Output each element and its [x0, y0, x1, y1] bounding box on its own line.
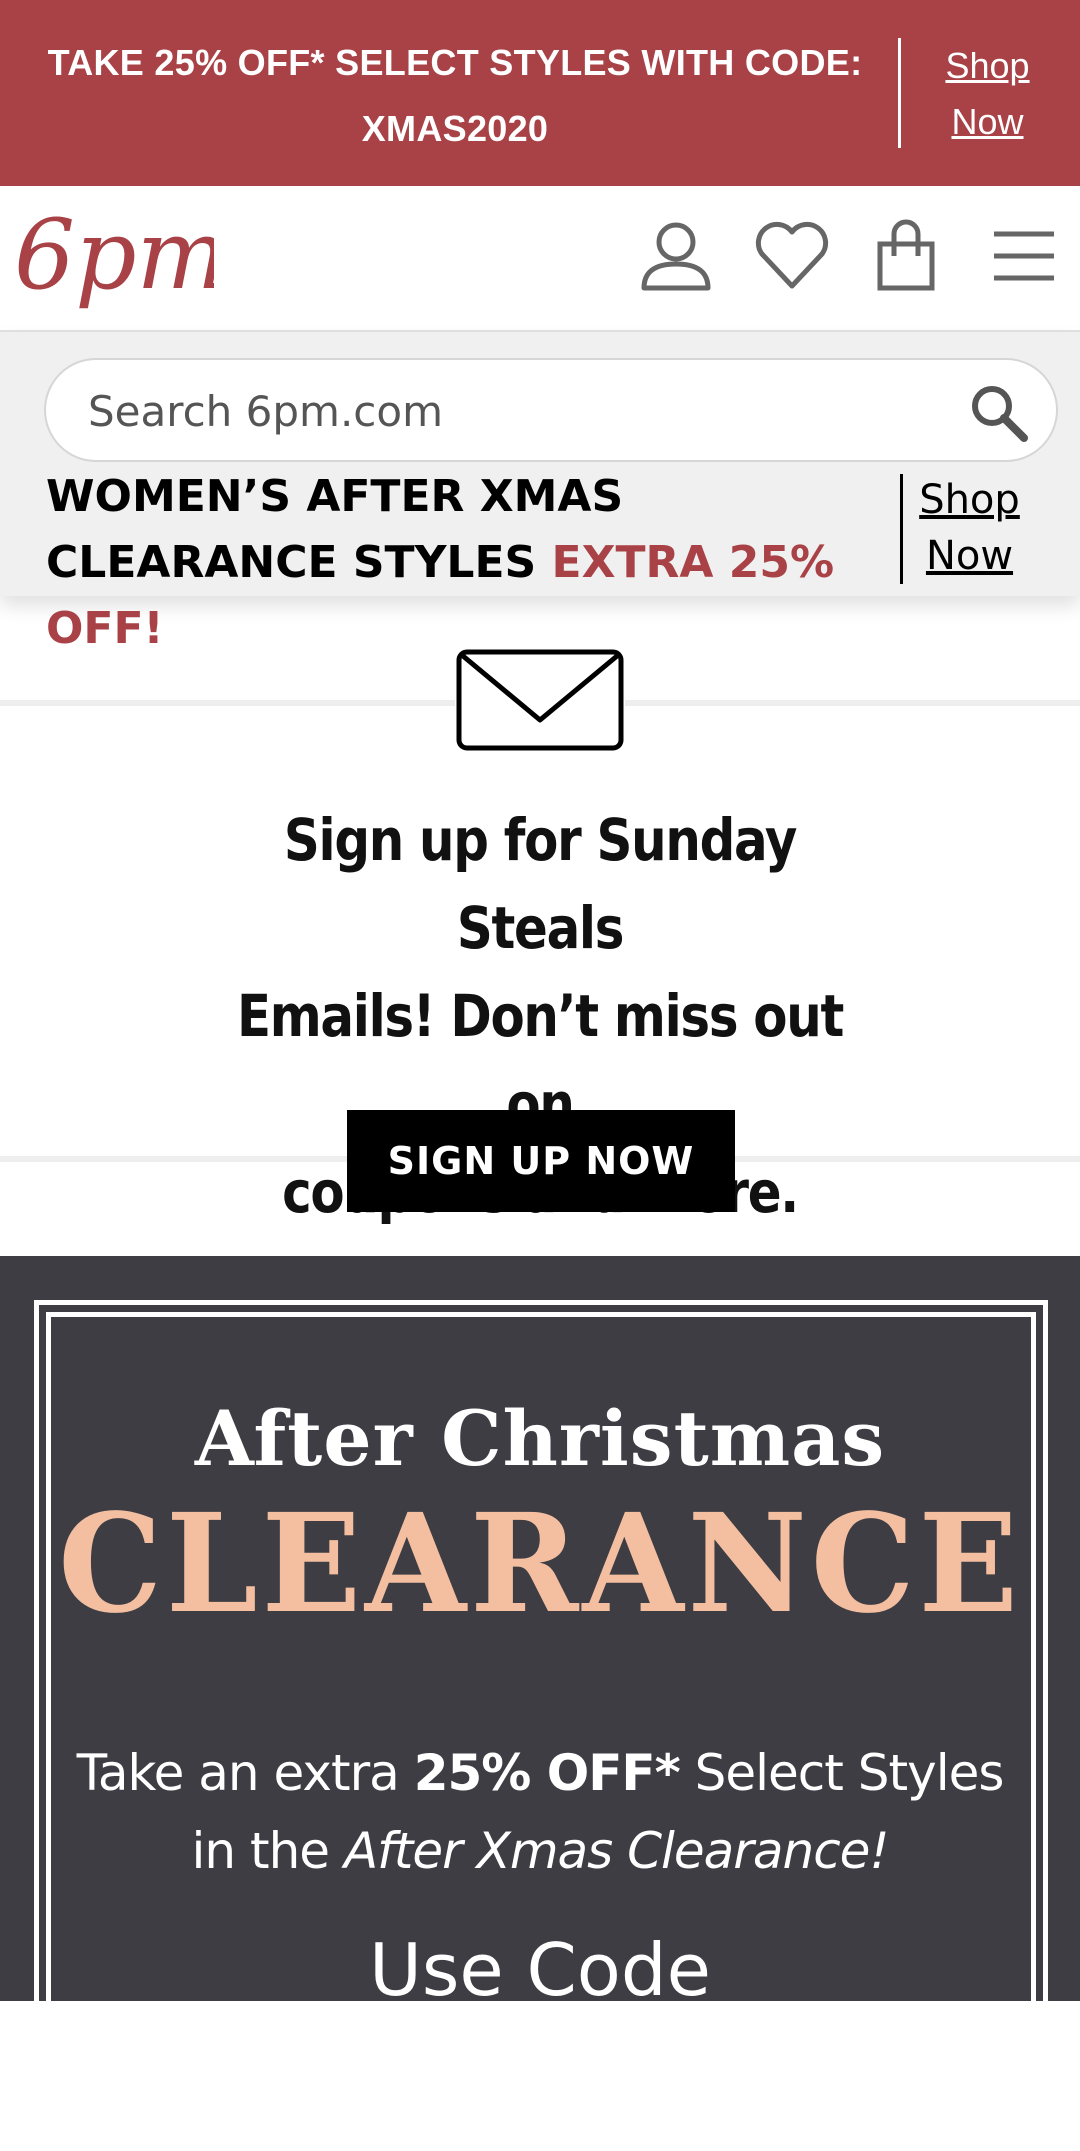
envelope-icon	[455, 648, 625, 752]
promo-text-line1: TAKE 25% OFF* SELECT STYLES WITH CODE:	[47, 42, 863, 83]
hero-headline: CLEARANCE	[58, 1484, 1022, 1644]
search-panel: WOMEN’S AFTER XMAS CLEARANCE STYLES EXTR…	[0, 332, 1080, 654]
clearance-link-line1: Shop	[919, 477, 1020, 523]
search-box	[44, 358, 1058, 462]
promo-shop-now-link[interactable]: Shop Now	[930, 38, 1045, 150]
page-blank-area	[0, 2001, 1080, 2151]
clearance-promo-text: WOMEN’S AFTER XMAS CLEARANCE STYLES EXTR…	[46, 464, 886, 662]
hero-sub-line2-italic: After Xmas Clearance!	[343, 1822, 890, 1880]
signup-heading-line1: Sign up for Sunday Steals	[283, 806, 797, 962]
hero-sub-prefix: Take an extra	[76, 1744, 414, 1802]
hero-subtext: Take an extra 25% OFF* Select Styles in …	[60, 1734, 1020, 1890]
clearance-divider	[900, 474, 903, 584]
hamburger-menu-icon[interactable]	[984, 216, 1064, 296]
search-icon[interactable]	[966, 380, 1030, 444]
search-input[interactable]	[88, 380, 948, 442]
shopping-bag-icon[interactable]	[866, 216, 946, 296]
promo-code: XMAS2020	[361, 108, 549, 149]
promo-divider	[898, 38, 901, 148]
clearance-link-line2: Now	[925, 533, 1014, 579]
hero-sub-suffix: Select Styles	[679, 1744, 1005, 1802]
promo-link-line2: Now	[951, 101, 1024, 142]
sign-up-now-button[interactable]: SIGN UP NOW	[347, 1110, 735, 1212]
promo-link-line1: Shop	[945, 45, 1030, 86]
logo-text: 6pm	[14, 206, 214, 311]
clearance-shop-now-link[interactable]: Shop Now	[912, 472, 1027, 584]
after-christmas-clearance-banner[interactable]: After Christmas CLEARANCE Take an extra …	[0, 1256, 1080, 2001]
promo-banner: TAKE 25% OFF* SELECT STYLES WITH CODE: X…	[0, 0, 1080, 186]
site-header: 6pm	[0, 186, 1080, 332]
logo-6pm[interactable]: 6pm	[14, 206, 214, 326]
hero-title: After Christmas	[194, 1394, 886, 1483]
promo-text: TAKE 25% OFF* SELECT STYLES WITH CODE: X…	[30, 30, 880, 162]
clearance-text-main: WOMEN’S AFTER XMAS CLEARANCE STYLES	[46, 471, 624, 588]
hero-sub-bold: 25% OFF*	[413, 1744, 681, 1802]
user-account-icon[interactable]	[636, 216, 716, 296]
email-signup-section: Sign up for Sunday Steals Emails! Don’t …	[0, 596, 1080, 1256]
hero-sub-line2-prefix: in the	[191, 1822, 344, 1880]
hero-partial-code-text: Use Code	[369, 1928, 711, 2001]
heart-wishlist-icon[interactable]	[752, 216, 832, 296]
